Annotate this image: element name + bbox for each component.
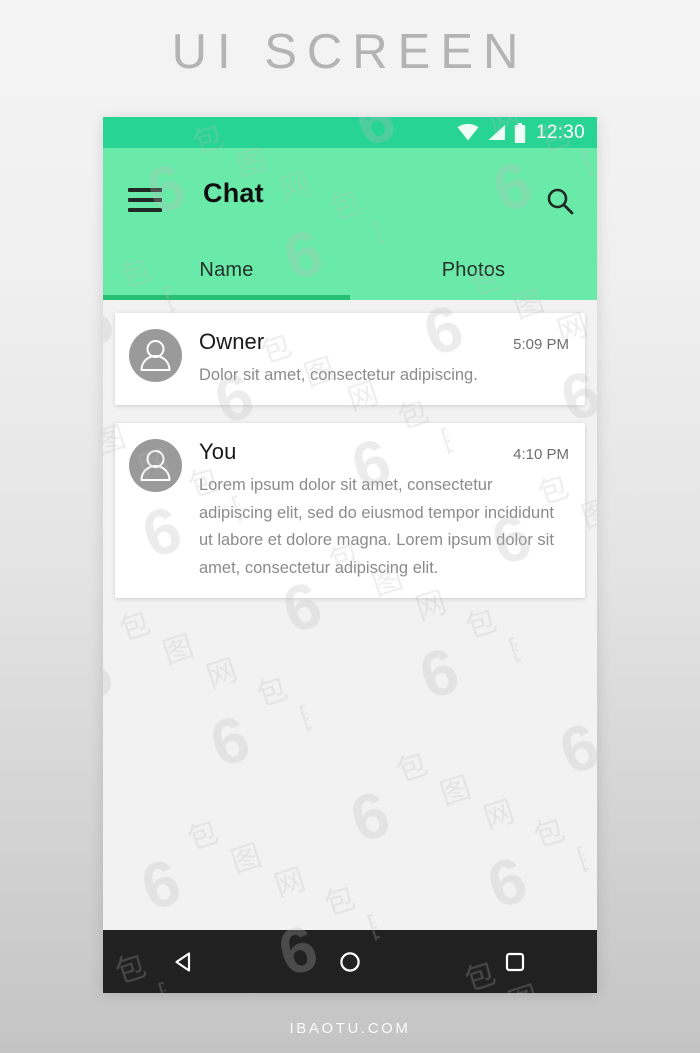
page-title: UI SCREEN xyxy=(171,25,529,79)
person-icon xyxy=(140,450,171,482)
message-sender: Owner xyxy=(199,329,265,354)
message-header: Owner 5:09 PM xyxy=(199,329,569,355)
message-header: You 4:10 PM xyxy=(199,439,569,465)
recents-square-icon[interactable] xyxy=(503,950,527,974)
status-bar: 12:30 xyxy=(103,117,597,148)
menu-icon-bar xyxy=(128,198,162,202)
message-list[interactable]: Owner 5:09 PM Dolor sit amet, consectetu… xyxy=(103,300,597,925)
wifi-icon xyxy=(457,124,479,141)
message-body: Owner 5:09 PM Dolor sit amet, consectetu… xyxy=(199,329,569,389)
phone-mockup: 12:30 Chat Name Photos Owner 5:09 PM Dol… xyxy=(103,117,597,993)
signal-icon xyxy=(488,125,505,140)
status-bar-clock: 12:30 xyxy=(535,121,585,143)
search-icon[interactable] xyxy=(545,186,575,216)
menu-icon-bar xyxy=(128,208,162,212)
avatar xyxy=(129,329,182,382)
app-bar-title: Chat xyxy=(203,178,264,208)
list-item[interactable]: Owner 5:09 PM Dolor sit amet, consectetu… xyxy=(115,313,585,406)
message-body: You 4:10 PM Lorem ipsum dolor sit amet, … xyxy=(199,439,569,582)
avatar xyxy=(129,439,182,493)
menu-icon[interactable] xyxy=(128,188,162,212)
list-item[interactable]: You 4:10 PM Lorem ipsum dolor sit amet, … xyxy=(115,423,585,598)
message-timestamp: 4:10 PM xyxy=(513,446,569,464)
tab-photos[interactable]: Photos xyxy=(350,255,597,300)
message-sender: You xyxy=(199,439,237,465)
person-icon xyxy=(140,340,171,371)
tab-bar: Name Photos xyxy=(103,255,597,300)
home-circle-icon[interactable] xyxy=(338,950,362,974)
message-timestamp: 5:09 PM xyxy=(513,336,569,353)
battery-icon xyxy=(514,122,526,143)
menu-icon-bar xyxy=(128,188,162,192)
app-bar: Chat xyxy=(103,148,597,255)
back-triangle-icon[interactable] xyxy=(173,950,197,974)
message-text: Dolor sit amet, consectetur adipiscing. xyxy=(199,366,478,384)
site-footer: IBAOTU.COM xyxy=(289,1020,411,1037)
android-nav-bar xyxy=(103,930,597,993)
tab-name[interactable]: Name xyxy=(103,255,350,300)
message-text: Lorem ipsum dolor sit amet, consectetur … xyxy=(199,476,554,577)
